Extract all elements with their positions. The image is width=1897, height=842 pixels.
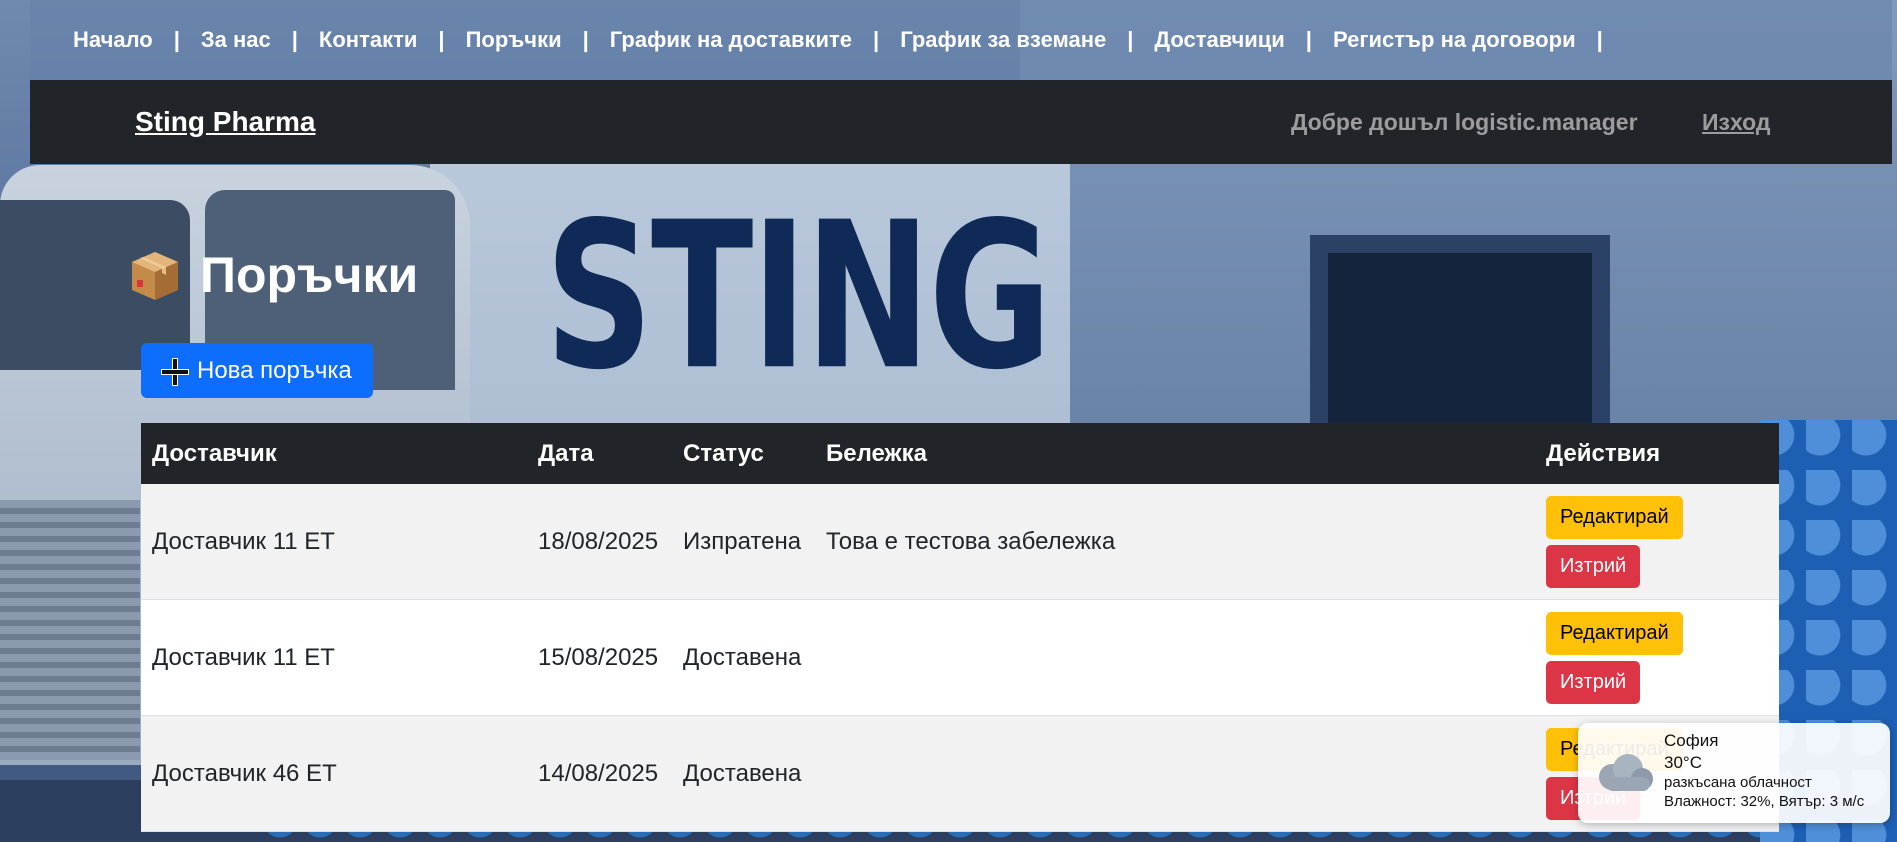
column-header-date: Дата <box>538 439 594 467</box>
cell-actions: Редактирай Изтрий <box>1535 495 1779 588</box>
column-header-actions: Действия <box>1546 439 1661 467</box>
cell-supplier: Доставчик 11 ЕТ <box>152 527 335 555</box>
column-header-supplier: Доставчик <box>152 439 277 467</box>
edit-button[interactable]: Редактирай <box>1546 611 1683 655</box>
nav-separator: | <box>1596 27 1603 52</box>
table-header: Доставчик Дата Статус Бележка Действия <box>141 423 1779 484</box>
cell-actions: Редактирай Изтрий <box>1535 611 1779 704</box>
page-title: Поръчки <box>200 247 419 303</box>
cloud-icon <box>1590 751 1660 795</box>
nav-item-contacts[interactable]: Контакти <box>319 27 417 53</box>
weather-description: разкъсана облачност <box>1664 774 1812 791</box>
column-header-status: Статус <box>683 439 764 467</box>
nav-item-contracts-register[interactable]: Регистър на договори <box>1333 27 1576 53</box>
nav-item-pickup-schedule[interactable]: График за вземане <box>900 27 1106 53</box>
welcome-message: Добре дошъл logistic.manager <box>1291 108 1638 135</box>
nav-separator: | <box>582 27 589 52</box>
weather-city: София <box>1664 731 1719 750</box>
nav-separator: | <box>438 27 445 52</box>
table-row: Доставчик 11 ЕТ 15/08/2025 Доставена Ред… <box>141 600 1779 716</box>
nav-separator: | <box>291 27 298 52</box>
cell-date: 15/08/2025 <box>538 643 659 671</box>
package-box-icon <box>128 248 182 302</box>
cell-supplier: Доставчик 11 ЕТ <box>152 643 335 671</box>
top-navigation: Начало | За нас | Контакти | Поръчки | Г… <box>30 0 1892 80</box>
nav-item-delivery-schedule[interactable]: График на доставките <box>610 27 852 53</box>
weather-temperature: 30°C <box>1664 753 1702 772</box>
nav-separator: | <box>1305 27 1312 52</box>
plus-icon <box>161 357 189 386</box>
column-header-note: Бележка <box>826 439 927 467</box>
cell-supplier: Доставчик 46 ЕТ <box>152 759 337 787</box>
background-sting-text: STING <box>545 180 1052 415</box>
nav-item-suppliers[interactable]: Доставчици <box>1154 27 1284 53</box>
nav-separator: | <box>873 27 880 52</box>
nav-separator: | <box>1127 27 1134 52</box>
new-order-button[interactable]: Нова поръчка <box>141 343 373 398</box>
table-row: Доставчик 46 ЕТ 14/08/2025 Доставена Ред… <box>141 716 1779 832</box>
delete-button[interactable]: Изтрий <box>1546 660 1641 704</box>
page-heading: Поръчки <box>128 246 418 304</box>
cell-date: 14/08/2025 <box>538 759 659 787</box>
edit-button[interactable]: Редактирай <box>1546 495 1683 539</box>
logout-link[interactable]: Изход <box>1702 109 1771 136</box>
new-order-label: Нова поръчка <box>197 356 352 384</box>
delete-button[interactable]: Изтрий <box>1546 544 1641 588</box>
app-header: Sting Pharma Добре дошъл logistic.manage… <box>30 80 1892 164</box>
cell-note: Това е тестова забележка <box>826 527 1116 555</box>
nav-item-orders[interactable]: Поръчки <box>466 27 562 53</box>
orders-table: Доставчик Дата Статус Бележка Действия Д… <box>141 423 1779 832</box>
nav-item-home[interactable]: Начало <box>73 27 153 53</box>
cell-status: Доставена <box>683 759 802 787</box>
nav-item-about[interactable]: За нас <box>201 27 271 53</box>
weather-details: Влажност: 32%, Вятър: 3 м/с <box>1664 793 1865 810</box>
cell-status: Доставена <box>683 643 802 671</box>
cell-status: Изпратена <box>683 527 802 555</box>
weather-widget: София 30°C разкъсана облачност Влажност:… <box>1578 723 1890 823</box>
nav-separator: | <box>173 27 180 52</box>
cell-date: 18/08/2025 <box>538 527 659 555</box>
brand-logo-text[interactable]: Sting Pharma <box>135 106 315 138</box>
table-row: Доставчик 11 ЕТ 18/08/2025 Изпратена Тов… <box>141 484 1779 600</box>
